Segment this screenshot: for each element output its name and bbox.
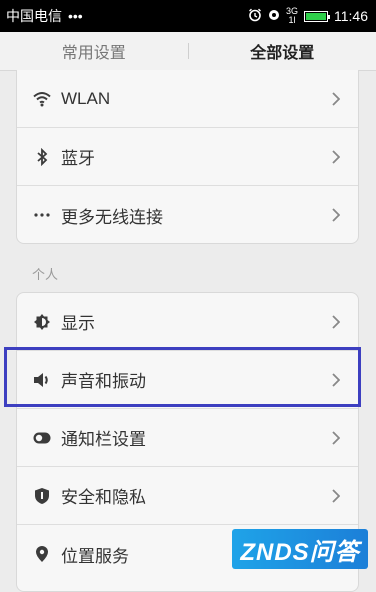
chevron-right-icon — [330, 208, 342, 222]
chevron-right-icon — [330, 489, 342, 503]
settings-item-label: 通知栏设置 — [61, 425, 330, 450]
settings-item-bluetooth[interactable]: 蓝牙 — [17, 128, 358, 186]
vibrate-icon — [268, 8, 280, 25]
settings-item-more-wireless[interactable]: 更多无线连接 — [17, 186, 358, 244]
notification-toggle-icon — [33, 429, 51, 447]
wireless-settings-group: WLAN 蓝牙 更多无线连接 — [16, 70, 359, 244]
status-bar: 中国电信 ••• 3G 1l 11:46 — [0, 0, 376, 32]
tab-all-settings[interactable]: 全部设置 — [189, 32, 376, 70]
tab-common-settings[interactable]: 常用设置 — [0, 32, 188, 70]
chevron-right-icon — [330, 150, 342, 164]
settings-item-sound-vibration[interactable]: 声音和振动 — [17, 351, 358, 409]
settings-tabs: 常用设置 全部设置 — [0, 32, 376, 71]
bluetooth-icon — [33, 148, 51, 166]
chevron-right-icon — [330, 92, 342, 106]
settings-item-notification-bar[interactable]: 通知栏设置 — [17, 409, 358, 467]
settings-item-label: 声音和振动 — [61, 367, 330, 392]
znds-watermark-logo: ZNDS问答 — [232, 529, 368, 569]
more-dots-icon — [33, 206, 51, 224]
sound-icon — [33, 371, 51, 389]
battery-icon — [304, 11, 328, 22]
settings-item-label: 更多无线连接 — [61, 203, 330, 228]
network-signal: 1l — [288, 16, 295, 25]
wifi-icon — [33, 90, 51, 108]
clock: 11:46 — [334, 8, 368, 24]
location-pin-icon — [33, 545, 51, 563]
chevron-right-icon — [330, 431, 342, 445]
settings-item-security-privacy[interactable]: 安全和隐私 — [17, 467, 358, 525]
carrier-name: 中国电信 — [6, 6, 62, 26]
shield-icon — [33, 487, 51, 505]
notification-dots: ••• — [68, 8, 83, 24]
brightness-icon — [33, 313, 51, 331]
section-label-personal: 个人 — [32, 264, 58, 283]
network-indicator: 3G 1l — [286, 7, 298, 25]
settings-item-label: 显示 — [61, 309, 330, 334]
settings-item-display[interactable]: 显示 — [17, 293, 358, 351]
settings-item-label: 蓝牙 — [61, 144, 330, 169]
settings-item-wlan[interactable]: WLAN — [17, 70, 358, 128]
settings-item-label: 安全和隐私 — [61, 483, 330, 508]
settings-item-label: WLAN — [61, 89, 330, 109]
chevron-right-icon — [330, 315, 342, 329]
chevron-right-icon — [330, 373, 342, 387]
alarm-icon — [248, 8, 262, 25]
